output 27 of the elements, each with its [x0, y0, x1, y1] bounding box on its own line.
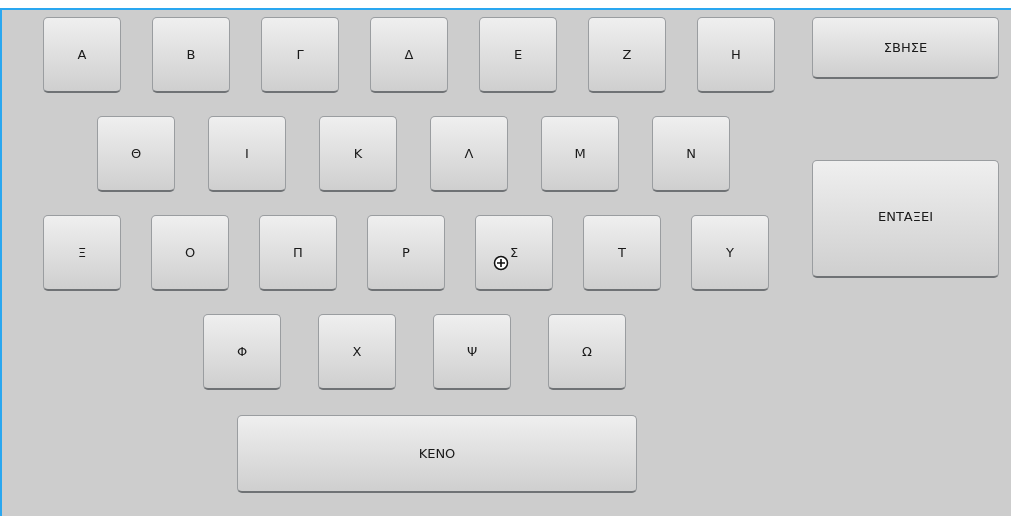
key-button[interactable]: Ο: [151, 215, 229, 291]
key-button[interactable]: Τ: [583, 215, 661, 291]
key-button[interactable]: Λ: [430, 116, 508, 192]
key-button[interactable]: Σ: [475, 215, 553, 291]
key-button[interactable]: Χ: [318, 314, 396, 390]
key-button[interactable]: Υ: [691, 215, 769, 291]
key-button[interactable]: Ψ: [433, 314, 511, 390]
key-button[interactable]: Ι: [208, 116, 286, 192]
key-button[interactable]: Ρ: [367, 215, 445, 291]
key-button[interactable]: Ζ: [588, 17, 666, 93]
key-button[interactable]: Ξ: [43, 215, 121, 291]
key-button[interactable]: Θ: [97, 116, 175, 192]
key-button[interactable]: Δ: [370, 17, 448, 93]
key-button[interactable]: Η: [697, 17, 775, 93]
key-button[interactable]: Ω: [548, 314, 626, 390]
key-button[interactable]: ΣΒΗΣΕ: [812, 17, 999, 79]
key-button[interactable]: ΕΝΤΑΞΕΙ: [812, 160, 999, 278]
key-button[interactable]: Ε: [479, 17, 557, 93]
key-button[interactable]: Ν: [652, 116, 730, 192]
key-button[interactable]: Γ: [261, 17, 339, 93]
key-button[interactable]: Μ: [541, 116, 619, 192]
key-button[interactable]: Κ: [319, 116, 397, 192]
key-button[interactable]: Π: [259, 215, 337, 291]
key-button[interactable]: Β: [152, 17, 230, 93]
key-button[interactable]: ΚΕΝΟ: [237, 415, 637, 493]
key-button[interactable]: Φ: [203, 314, 281, 390]
key-button[interactable]: Α: [43, 17, 121, 93]
